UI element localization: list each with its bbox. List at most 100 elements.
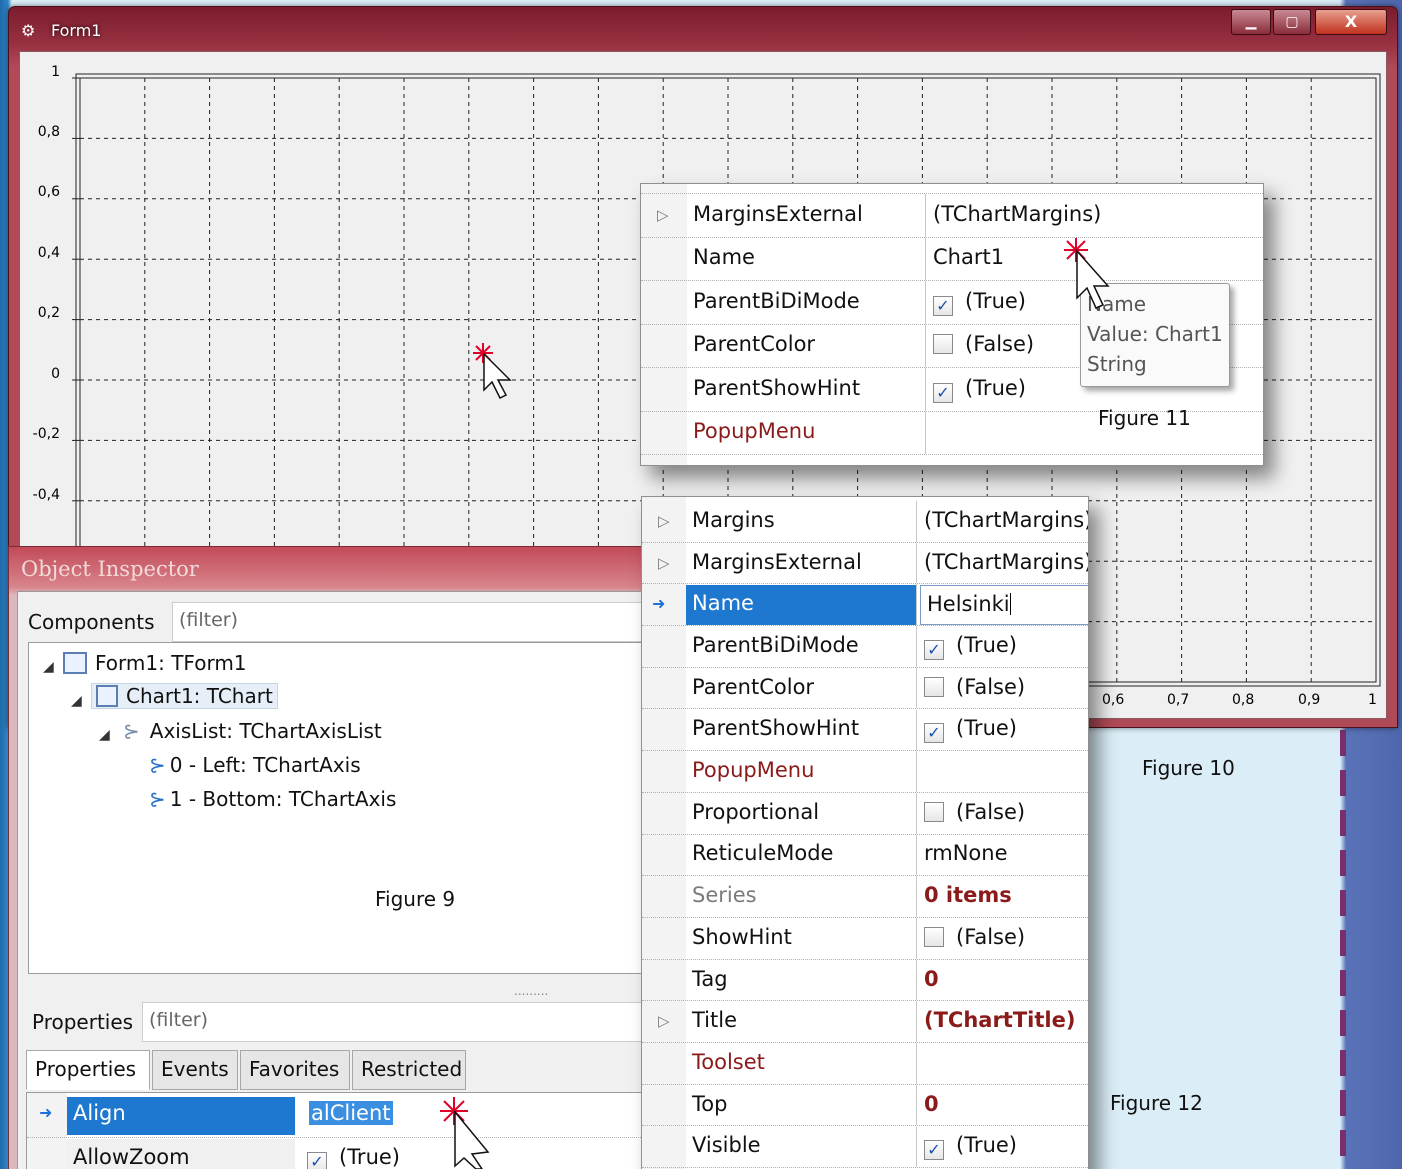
property-name[interactable]: ReticuleMode <box>692 841 833 865</box>
property-row[interactable]: ➜ Name Helsinki <box>642 584 1088 627</box>
property-row[interactable]: Toolset <box>642 1043 1088 1085</box>
component-tree[interactable]: ◢ Form1: TForm1 ◢ Chart1: TChart ◢ ⊱ Axis… <box>28 642 658 974</box>
property-value[interactable]: ✓ (True) <box>933 289 1026 316</box>
property-value[interactable]: (TChartMargins) <box>924 508 1088 532</box>
tab-favorites[interactable]: Favorites <box>240 1050 350 1090</box>
property-name[interactable]: Visible <box>692 1133 761 1157</box>
minimize-button[interactable]: ▁ <box>1231 9 1271 35</box>
property-name[interactable]: PopupMenu <box>692 758 814 782</box>
property-value-editor[interactable]: Helsinki <box>920 585 1088 626</box>
property-name[interactable]: ParentShowHint <box>693 376 860 400</box>
property-row[interactable]: ▷ Margins (TChartMargins) <box>642 501 1088 543</box>
property-value[interactable]: ✓ (True) <box>924 716 1017 744</box>
property-name[interactable]: MarginsExternal <box>692 550 862 574</box>
checkbox-checked[interactable]: ✓ <box>924 723 944 744</box>
tree-node-selected[interactable]: Chart1: TChart <box>91 683 278 709</box>
property-name[interactable]: ParentBiDiMode <box>693 289 860 313</box>
property-row[interactable]: ParentBiDiMode ✓ (True) <box>642 626 1088 668</box>
property-value[interactable]: rmNone <box>924 841 1008 865</box>
property-row[interactable]: Top 0 <box>642 1084 1088 1127</box>
property-value-editor[interactable]: alClient <box>309 1101 393 1125</box>
property-value[interactable]: ✓ (True) <box>924 1133 1017 1161</box>
object-inspector-title[interactable]: Object Inspector <box>21 557 199 581</box>
property-value[interactable]: 0 <box>924 1092 939 1116</box>
form1-titlebar[interactable]: ⚙ Form1 ▁ ▢ X <box>9 7 1397 51</box>
expand-arrow-icon[interactable]: ▷ <box>658 512 670 530</box>
property-name[interactable]: Name <box>693 245 755 269</box>
expand-arrow-icon[interactable]: ◢ <box>99 727 110 743</box>
properties-filter-input[interactable]: (filter) <box>142 1002 658 1042</box>
property-row[interactable]: ParentColor (False) <box>642 667 1088 710</box>
checkbox-checked[interactable]: ✓ <box>307 1152 327 1169</box>
property-row[interactable]: ▷ Title (TChartTitle) <box>642 1001 1088 1044</box>
property-name[interactable]: ParentColor <box>693 332 815 356</box>
expand-arrow-icon[interactable]: ◢ <box>43 659 54 675</box>
checkbox-checked[interactable]: ✓ <box>924 1140 944 1161</box>
property-name[interactable]: MarginsExternal <box>693 202 863 226</box>
components-filter-input[interactable]: (filter) <box>172 602 658 642</box>
property-value[interactable]: Chart1 <box>933 245 1004 269</box>
expand-arrow-icon[interactable]: ◢ <box>71 693 82 709</box>
property-value[interactable]: 0 items <box>924 883 1012 907</box>
property-value[interactable]: (False) <box>924 675 1025 699</box>
property-row[interactable]: ▷ MarginsExternal (TChartMargins) <box>641 194 1263 238</box>
property-name[interactable]: AllowZoom <box>73 1145 190 1169</box>
checkbox-checked[interactable]: ✓ <box>924 639 944 660</box>
checkbox-unchecked[interactable] <box>924 926 944 947</box>
property-name[interactable]: Margins <box>692 508 775 532</box>
checkbox-unchecked[interactable] <box>924 676 944 697</box>
expand-arrow-icon[interactable]: ▷ <box>657 206 669 224</box>
property-value[interactable]: (TChartMargins) <box>924 550 1088 574</box>
property-value[interactable]: (TChartMargins) <box>933 202 1101 226</box>
tree-node[interactable]: Form1: TForm1 <box>63 651 247 675</box>
property-row[interactable]: Series 0 items <box>642 876 1088 918</box>
properties-grid[interactable]: ➜ Align alClient AllowZoom ✓ (True) <box>26 1092 658 1169</box>
property-name[interactable]: Align <box>73 1101 126 1125</box>
checkbox-checked[interactable]: ✓ <box>933 295 953 316</box>
checkbox-unchecked[interactable] <box>924 801 944 822</box>
property-name[interactable]: Proportional <box>692 800 819 824</box>
property-row[interactable]: Tag 0 <box>642 959 1088 1002</box>
property-row[interactable]: ShowHint (False) <box>642 918 1088 960</box>
property-name[interactable]: Series <box>692 883 757 907</box>
property-value[interactable]: ✓ (True) <box>924 633 1017 660</box>
property-value[interactable]: ✓ (True) <box>307 1145 400 1169</box>
maximize-button[interactable]: ▢ <box>1273 9 1311 35</box>
expand-arrow-icon[interactable]: ▷ <box>658 1012 670 1030</box>
close-button[interactable]: X <box>1315 9 1387 35</box>
property-value[interactable]: 0 <box>924 967 939 991</box>
property-row[interactable]: Name Chart1 <box>641 237 1263 281</box>
property-row[interactable]: Visible ✓ (True) <box>642 1126 1088 1169</box>
checkbox-checked[interactable]: ✓ <box>933 382 953 403</box>
property-name[interactable]: Top <box>692 1092 727 1116</box>
property-name[interactable]: Title <box>692 1008 737 1032</box>
property-row[interactable]: ReticuleMode rmNone <box>642 834 1088 877</box>
expand-arrow-icon[interactable]: ▷ <box>658 554 670 572</box>
property-name[interactable]: Toolset <box>692 1050 765 1074</box>
tree-node[interactable]: ⊱ 0 - Left: TChartAxis <box>149 753 361 777</box>
tab-events[interactable]: Events <box>152 1050 238 1090</box>
property-row[interactable]: PopupMenu <box>642 751 1088 793</box>
property-row[interactable]: ▷ MarginsExternal (TChartMargins) <box>642 542 1088 585</box>
property-value[interactable]: (TChartTitle) <box>924 1008 1075 1032</box>
tab-properties[interactable]: Properties <box>26 1050 150 1090</box>
splitter-handle[interactable]: ......... <box>514 984 548 998</box>
figure-12-property-grid[interactable]: ▷ Margins (TChartMargins) ▷ MarginsExternal (… <box>641 496 1089 1169</box>
tab-restricted[interactable]: Restricted <box>352 1050 466 1090</box>
property-name[interactable]: Name <box>692 591 754 615</box>
property-row[interactable]: Proportional (False) <box>642 792 1088 835</box>
property-value[interactable]: ✓ (True) <box>933 376 1026 403</box>
property-name[interactable]: ShowHint <box>692 925 792 949</box>
property-name[interactable]: PopupMenu <box>693 419 815 443</box>
checkbox-unchecked[interactable] <box>933 334 953 355</box>
property-row[interactable]: ParentShowHint ✓ (True) <box>642 709 1088 752</box>
tree-node[interactable]: ⊱ AxisList: TChartAxisList <box>123 719 382 743</box>
property-name[interactable]: Tag <box>692 967 728 991</box>
property-name[interactable]: ParentColor <box>692 675 814 699</box>
property-value[interactable]: (False) <box>924 800 1025 824</box>
property-value[interactable]: (False) <box>933 332 1034 356</box>
tree-node[interactable]: ⊱ 1 - Bottom: TChartAxis <box>149 787 396 811</box>
property-name[interactable]: ParentShowHint <box>692 716 859 740</box>
property-name[interactable]: ParentBiDiMode <box>692 633 859 657</box>
property-value[interactable]: (False) <box>924 925 1025 949</box>
